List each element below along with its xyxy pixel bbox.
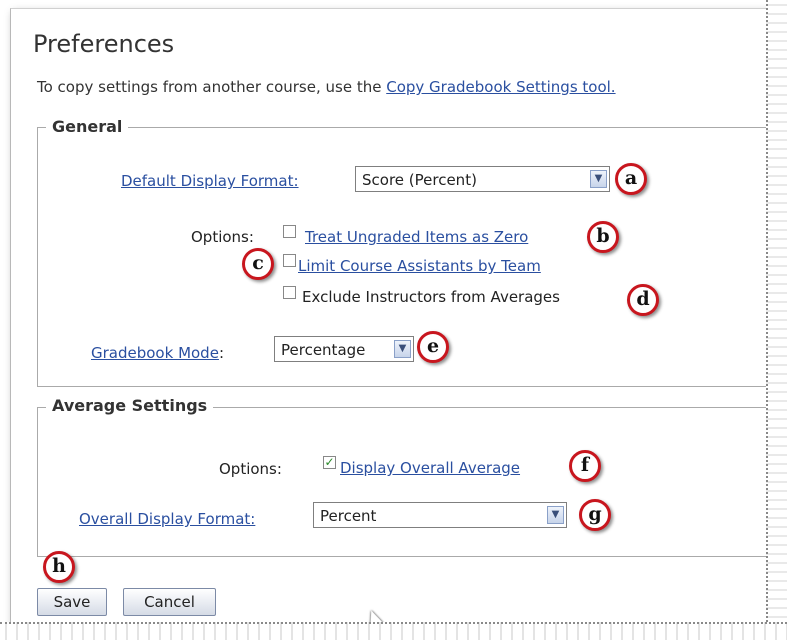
callout-e: e — [417, 331, 449, 363]
default-display-format-value: Score (Percent) — [362, 171, 477, 189]
display-overall-average-label[interactable]: Display Overall Average — [340, 459, 520, 477]
copy-gradebook-settings-link[interactable]: Copy Gradebook Settings tool. — [386, 78, 615, 96]
intro-line: To copy settings from another course, us… — [37, 78, 616, 96]
treat-ungraded-zero-label[interactable]: Treat Ungraded Items as Zero — [305, 228, 528, 246]
checkmark-icon: ✓ — [324, 455, 335, 469]
cancel-button[interactable]: Cancel — [123, 588, 216, 616]
chevron-down-icon[interactable]: ▼ — [590, 170, 607, 188]
default-display-format-label[interactable]: Default Display Format: — [121, 172, 299, 190]
torn-edge-bottom — [0, 622, 787, 640]
callout-h: h — [43, 551, 75, 583]
overall-display-format-label[interactable]: Overall Display Format: — [79, 510, 255, 528]
exclude-instructors-label: Exclude Instructors from Averages — [302, 288, 560, 306]
callout-b: b — [587, 221, 619, 253]
treat-ungraded-zero-checkbox[interactable] — [283, 225, 296, 238]
callout-a: a — [615, 163, 647, 195]
chevron-down-icon[interactable]: ▼ — [547, 506, 564, 524]
gradebook-mode-label-wrap: Gradebook Mode: — [91, 344, 224, 362]
intro-text: To copy settings from another course, us… — [37, 78, 382, 96]
limit-course-assistants-label[interactable]: Limit Course Assistants by Team — [298, 257, 541, 275]
callout-g: g — [579, 499, 611, 531]
general-legend: General — [46, 117, 129, 136]
average-settings-legend: Average Settings — [46, 396, 214, 415]
average-settings-group — [37, 407, 773, 557]
general-options-label: Options: — [191, 228, 254, 246]
gradebook-mode-value: Percentage — [281, 341, 366, 359]
page-title: Preferences — [33, 30, 175, 58]
overall-display-format-value: Percent — [320, 507, 377, 525]
callout-d: d — [627, 284, 659, 316]
gradebook-mode-label[interactable]: Gradebook Mode — [91, 344, 219, 362]
default-display-format-select[interactable]: Score (Percent) ▼ — [355, 166, 610, 192]
chevron-down-icon[interactable]: ▼ — [394, 340, 411, 358]
callout-f: f — [569, 450, 601, 482]
overall-display-format-select[interactable]: Percent ▼ — [313, 502, 567, 528]
exclude-instructors-checkbox[interactable] — [283, 286, 296, 299]
save-button[interactable]: Save — [37, 588, 107, 616]
limit-course-assistants-checkbox[interactable] — [283, 254, 296, 267]
torn-edge-right — [766, 0, 787, 638]
average-options-label: Options: — [219, 460, 282, 478]
callout-c: c — [242, 248, 274, 280]
gradebook-mode-select[interactable]: Percentage ▼ — [274, 336, 414, 362]
display-overall-average-checkbox[interactable]: ✓ — [323, 456, 336, 469]
gradebook-mode-colon: : — [218, 344, 224, 362]
